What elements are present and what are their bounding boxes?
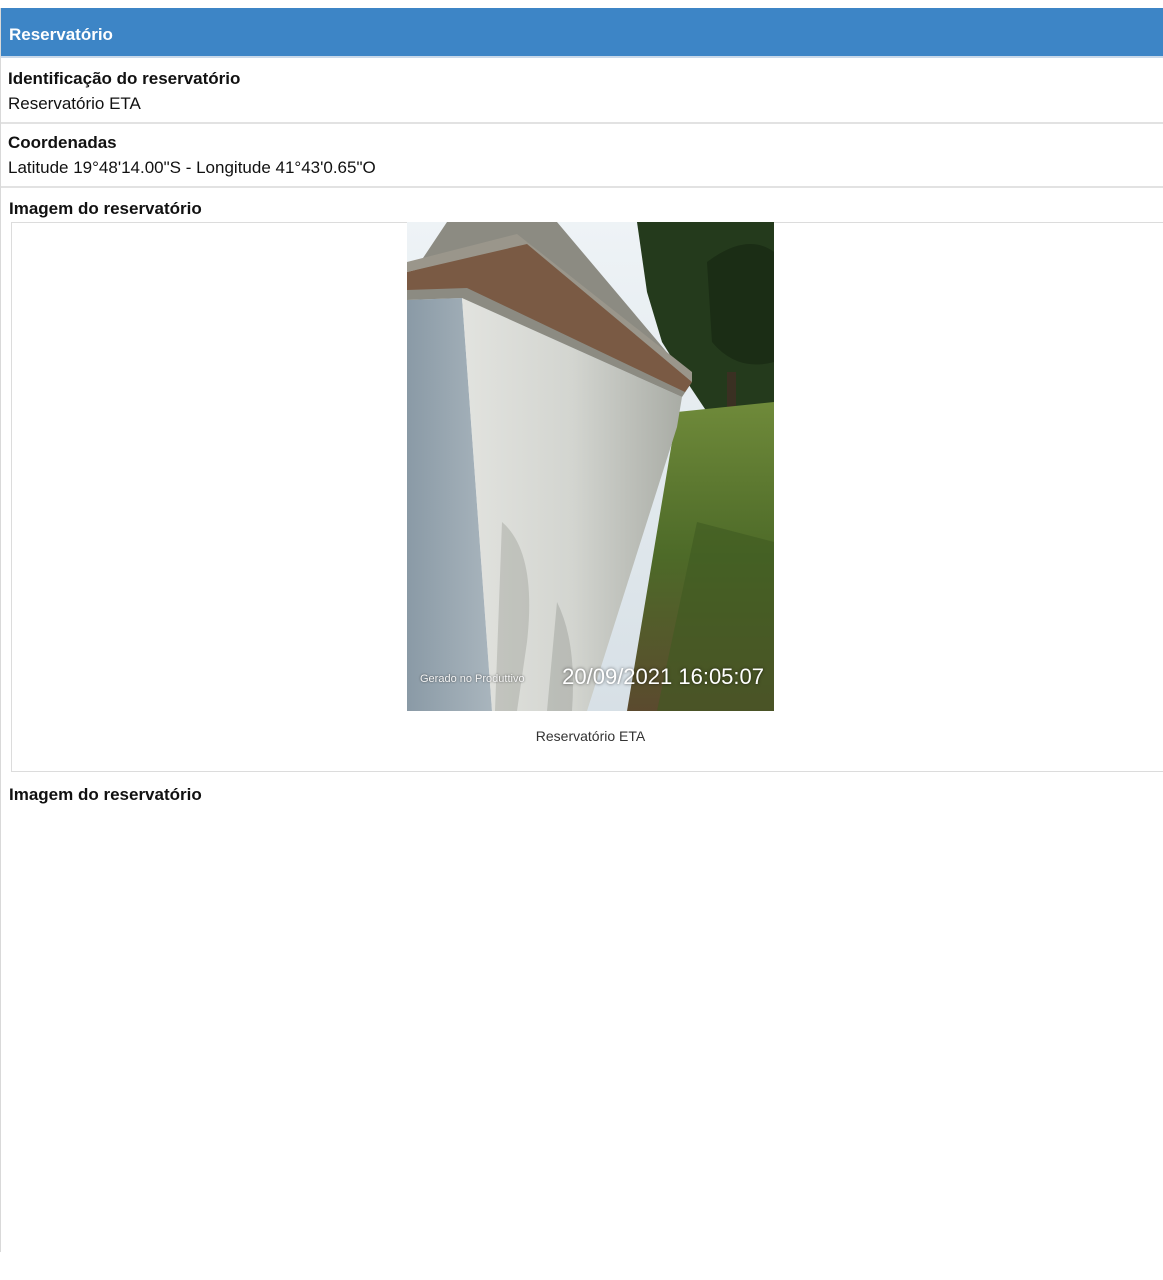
reservoir-wall-photo-icon: [407, 222, 774, 711]
photo-stamp-datetime: 20/09/2021 16:05:07: [562, 664, 764, 689]
photo-stamp-app: Gerado no Produttivo: [420, 673, 525, 685]
image-frame: Gerado no Produttivo 20/09/2021 16:05:07…: [11, 222, 1163, 772]
section-header: Reservatório: [1, 8, 1163, 58]
field-identificacao: Identificação do reservatório Reservatór…: [1, 58, 1163, 124]
field-label-identificacao: Identificação do reservatório: [8, 69, 241, 88]
field-value-coordenadas: Latitude 19°48'14.00"S - Longitude 41°43…: [8, 158, 376, 177]
field-value-identificacao: Reservatório ETA: [8, 94, 141, 113]
section-title: Reservatório: [9, 25, 113, 44]
field-label-coordenadas: Coordenadas: [8, 133, 117, 152]
photo-caption: Reservatório ETA: [535, 728, 646, 744]
image-label-2: Imagem do reservatório: [9, 785, 202, 804]
image-label-1: Imagem do reservatório: [9, 199, 202, 218]
report-page: Reservatório Identificação do reservatór…: [0, 8, 1163, 1252]
field-coordenadas: Coordenadas Latitude 19°48'14.00"S - Lon…: [1, 124, 1163, 188]
reservoir-photo[interactable]: Gerado no Produttivo 20/09/2021 16:05:07: [407, 222, 774, 711]
